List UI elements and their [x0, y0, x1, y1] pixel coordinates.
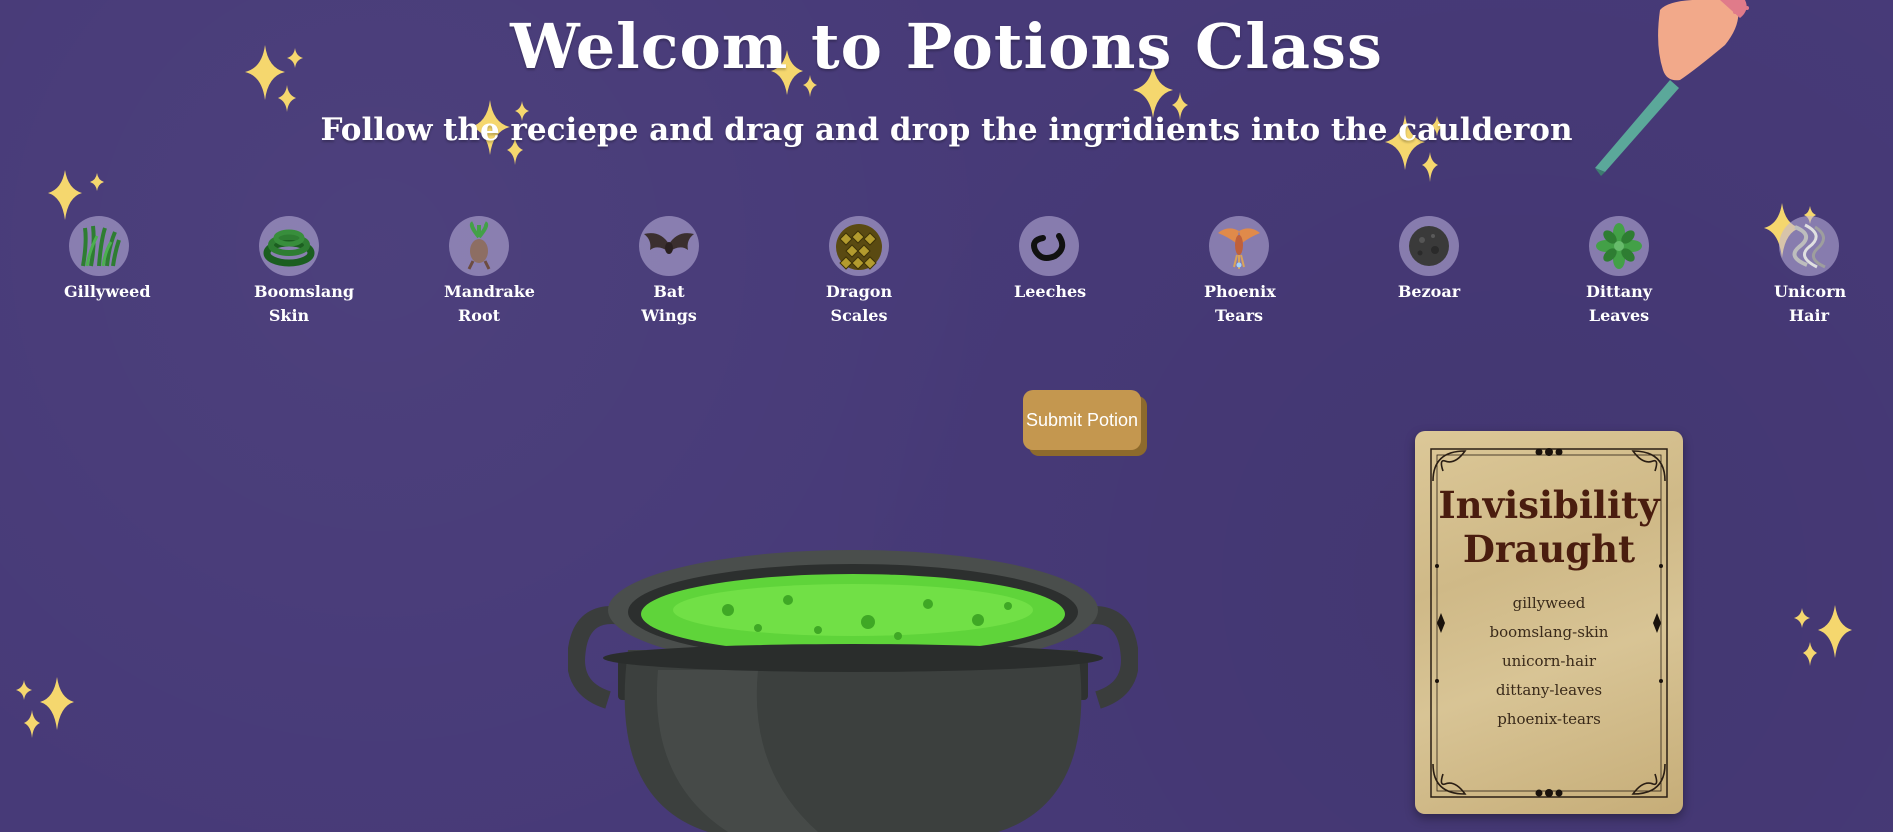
page-title: Welcom to Potions Class — [510, 10, 1383, 83]
ingredient-label: Leeches — [1014, 282, 1087, 301]
ingredient-label: Boomslang Skin — [254, 282, 355, 325]
sparkle-icon — [16, 677, 74, 738]
ingredient-label: Dittany Leaves — [1585, 282, 1653, 325]
submit-potion-button[interactable]: Submit Potion — [1023, 390, 1141, 450]
leech-icon — [1019, 216, 1079, 276]
ingredient-unicorn-hair[interactable]: Unicorn Hair — [1754, 216, 1864, 328]
recipe-item: boomslang-skin — [1489, 623, 1609, 641]
ingredient-dittany-leaves[interactable]: Dittany Leaves — [1564, 216, 1674, 328]
ingredient-label: Unicorn Hair — [1774, 282, 1847, 325]
mandrake-icon — [449, 216, 509, 276]
recipe-title: Invisibility Draught — [1438, 483, 1660, 571]
phoenix-icon — [1209, 216, 1269, 276]
ingredient-gillyweed[interactable]: Gillyweed — [44, 216, 154, 328]
bat-icon — [639, 216, 699, 276]
ingredient-leeches[interactable]: Leeches — [994, 216, 1104, 328]
ingredient-dragon-scales[interactable]: Dragon Scales — [804, 216, 914, 328]
recipe-card: Invisibility Draught gillyweed boomslang… — [1415, 431, 1683, 814]
dragon-scales-icon — [829, 216, 889, 276]
unicorn-hair-icon — [1779, 216, 1839, 276]
ingredient-bat-wings[interactable]: Bat Wings — [614, 216, 724, 328]
ingredient-shelf: Gillyweed Boomslang Skin Mandrake Root B… — [44, 216, 1864, 328]
ingredient-bezoar[interactable]: Bezoar — [1374, 216, 1484, 328]
ingredient-label: Mandrake Root — [444, 282, 535, 325]
bezoar-icon — [1399, 216, 1459, 276]
ingredient-label: Dragon Scales — [825, 282, 893, 325]
ingredient-label: Bezoar — [1397, 282, 1461, 301]
recipe-item: dittany-leaves — [1495, 681, 1603, 699]
ingredient-phoenix-tears[interactable]: Phoenix Tears — [1184, 216, 1294, 328]
cauldron-drop-zone[interactable] — [568, 540, 1138, 832]
recipe-ingredient-list: gillyweed boomslang-skin unicorn-hair di… — [1415, 589, 1683, 734]
sparkle-icon — [1794, 605, 1852, 666]
snake-icon — [259, 216, 319, 276]
recipe-item: gillyweed — [1512, 594, 1586, 612]
ingredient-mandrake-root[interactable]: Mandrake Root — [424, 216, 535, 328]
recipe-item: phoenix-tears — [1497, 710, 1601, 728]
ingredient-label: Phoenix Tears — [1204, 282, 1276, 325]
ingredient-boomslang-skin[interactable]: Boomslang Skin — [234, 216, 355, 328]
gillyweed-icon — [69, 216, 129, 276]
recipe-item: unicorn-hair — [1501, 652, 1597, 670]
dittany-icon — [1589, 216, 1649, 276]
ingredient-label: Gillyweed — [64, 282, 151, 301]
page-subtitle: Follow the reciepe and drag and drop the… — [320, 112, 1573, 148]
ingredient-label: Bat Wings — [641, 282, 697, 325]
